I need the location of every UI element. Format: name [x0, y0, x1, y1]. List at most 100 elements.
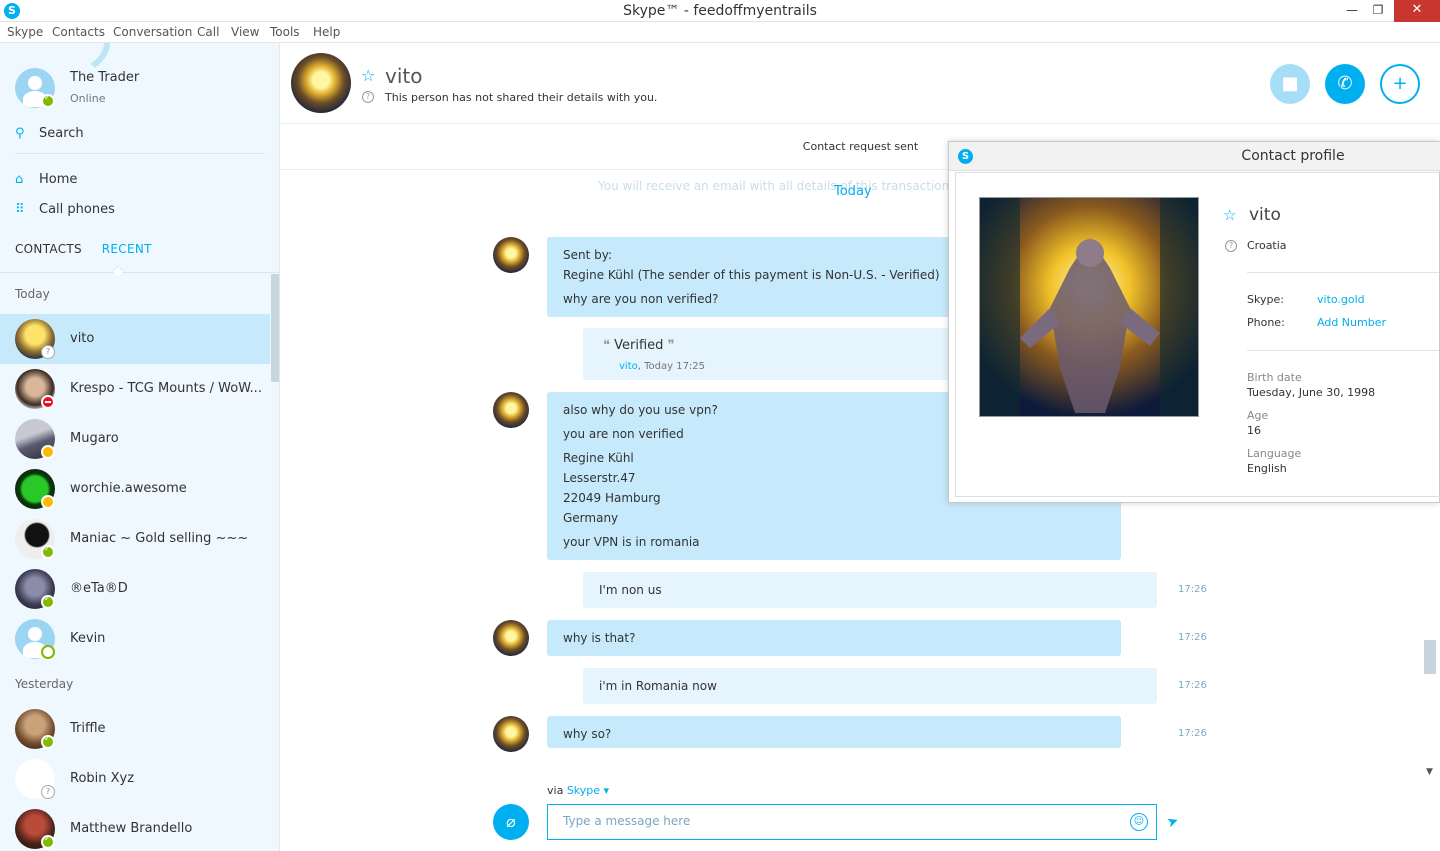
skype-name-link[interactable]: vito.gold [1317, 293, 1365, 306]
menu-help[interactable]: Help [313, 25, 340, 39]
message-input[interactable] [548, 805, 1108, 837]
message-avatar[interactable] [493, 716, 529, 752]
message-avatar[interactable] [493, 237, 529, 273]
profile-window-title: Contact profile [1241, 148, 1345, 164]
scroll-down-icon[interactable]: ▼ [1426, 767, 1433, 777]
emoticon-icon[interactable]: ☺ [1130, 813, 1148, 831]
menu-bar: Skype Contacts Conversation Call View To… [0, 22, 1440, 43]
conversation-scrollbar[interactable] [1424, 640, 1436, 674]
contact-name: Robin Xyz [70, 771, 135, 786]
sidebar: The Trader Online ⚲ Search ⌂ Home ⠿ Call ph… [0, 43, 280, 851]
message-bubble-outgoing: i'm in Romania now [583, 668, 1157, 704]
dnd-status-icon [41, 395, 55, 409]
send-icon[interactable]: ➤ [1165, 812, 1181, 831]
menu-tools[interactable]: Tools [270, 25, 300, 39]
window-title: Skype™ - feedoffmyentrails [623, 3, 817, 19]
contact-name: Matthew Brandello [70, 821, 193, 836]
message-line: Germany [563, 511, 619, 525]
contact-item-kevin[interactable]: Kevin [0, 614, 270, 664]
online-status-icon [41, 93, 55, 108]
menu-contacts[interactable]: Contacts [52, 25, 105, 39]
age-value: 16 [1247, 424, 1261, 437]
message-avatar[interactable] [493, 620, 529, 656]
call-phones-link[interactable]: ⠿ Call phones [15, 202, 115, 217]
quote-text: ❝ Verified ❞ [603, 338, 675, 353]
info-question-icon: ? [1225, 240, 1237, 252]
via-service[interactable]: Skype [567, 784, 600, 797]
contact-item-worchie[interactable]: worchie.awesome [0, 464, 270, 514]
quote-meta: vito, Today 17:25 [619, 361, 705, 372]
unknown-status-icon: ? [41, 345, 55, 359]
profile-country: Croatia [1247, 239, 1287, 252]
video-camera-icon: ■ [1281, 73, 1299, 94]
contact-tabs: CONTACTS RECENT [15, 242, 168, 256]
message-input-box[interactable]: ☺ [547, 804, 1157, 840]
attach-button[interactable]: ⌀ [493, 804, 529, 840]
favorite-star-icon[interactable]: ☆ [1223, 206, 1236, 224]
message-line: your VPN is in romania [563, 535, 700, 549]
unknown-status-icon: ? [41, 785, 55, 799]
minimize-icon[interactable]: — [1338, 0, 1366, 22]
contact-item-krespo[interactable]: Krespo - TCG Mounts / WoW... [0, 364, 270, 414]
menu-skype[interactable]: Skype [7, 25, 43, 39]
menu-view[interactable]: View [231, 25, 259, 39]
tab-caret-icon [112, 265, 124, 277]
divider [1247, 350, 1439, 351]
message-avatar[interactable] [493, 392, 529, 428]
search-link[interactable]: ⚲ Search [15, 126, 84, 141]
dropdown-caret-icon[interactable]: ▾ [600, 784, 610, 797]
sidebar-scrollbar[interactable] [271, 274, 279, 382]
contact-name: Krespo - TCG Mounts / WoW... [70, 381, 262, 396]
voice-call-button[interactable]: ✆ [1325, 64, 1365, 104]
add-person-icon: + [1392, 73, 1408, 94]
my-status[interactable]: Online [70, 92, 105, 105]
header-avatar[interactable] [291, 53, 351, 113]
tab-contacts[interactable]: CONTACTS [15, 242, 82, 256]
quote-open-icon: ❝ [603, 338, 610, 353]
contact-item-robin[interactable]: ? Robin Xyz [0, 754, 270, 804]
dialpad-icon: ⠿ [15, 202, 25, 217]
home-link[interactable]: ⌂ Home [15, 172, 77, 187]
section-yesterday: Yesterday [15, 677, 74, 691]
tab-divider [0, 272, 279, 273]
divider [15, 153, 265, 154]
via-label: via [547, 784, 564, 797]
restore-icon[interactable]: ❐ [1364, 0, 1392, 22]
language-value: English [1247, 462, 1287, 475]
message-bubble: why is that? [547, 620, 1121, 656]
section-today: Today [15, 287, 50, 301]
menu-call[interactable]: Call [197, 25, 219, 39]
header-subtitle: This person has not shared their details… [385, 91, 658, 104]
phone-icon: ✆ [1337, 73, 1353, 94]
online-status-icon [41, 834, 55, 849]
contact-item-mugaro[interactable]: Mugaro [0, 414, 270, 464]
video-call-button[interactable]: ■ [1270, 64, 1310, 104]
online-status-icon [41, 594, 55, 609]
divider [1247, 272, 1439, 273]
contact-item-matthew[interactable]: Matthew Brandello [0, 804, 270, 851]
message-timestamp: 17:26 [1178, 584, 1207, 595]
profile-title-bar[interactable]: S Contact profile [949, 142, 1440, 171]
skype-label: Skype: [1247, 293, 1284, 306]
contact-name: vito [70, 331, 95, 346]
tab-recent[interactable]: RECENT [102, 242, 152, 256]
favorite-star-icon[interactable]: ☆ [361, 66, 375, 85]
faded-message: You will receive an email with all detai… [598, 179, 954, 193]
phone-label: Phone: [1247, 316, 1285, 329]
header-contact-name[interactable]: vito [385, 64, 422, 88]
contact-item-maniac[interactable]: Maniac ~ Gold selling ~~~ [0, 514, 270, 564]
contact-name: Triffle [70, 721, 106, 736]
quote-author[interactable]: vito [619, 361, 638, 372]
online-status-icon [41, 544, 55, 559]
message-timestamp: 17:26 [1178, 680, 1207, 691]
add-contact-button[interactable]: + [1380, 64, 1420, 104]
contact-item-etad[interactable]: ®eTa®D [0, 564, 270, 614]
menu-conversation[interactable]: Conversation [113, 25, 192, 39]
close-icon[interactable]: ✕ [1394, 0, 1440, 22]
contact-item-vito[interactable]: ? vito [0, 314, 270, 364]
birth-date-value: Tuesday, June 30, 1998 [1247, 386, 1376, 399]
contact-item-triffle[interactable]: Triffle [0, 704, 270, 754]
add-number-link[interactable]: Add Number [1317, 316, 1386, 329]
via-selector[interactable]: via Skype ▾ [547, 784, 609, 797]
info-question-icon: ? [362, 91, 374, 103]
